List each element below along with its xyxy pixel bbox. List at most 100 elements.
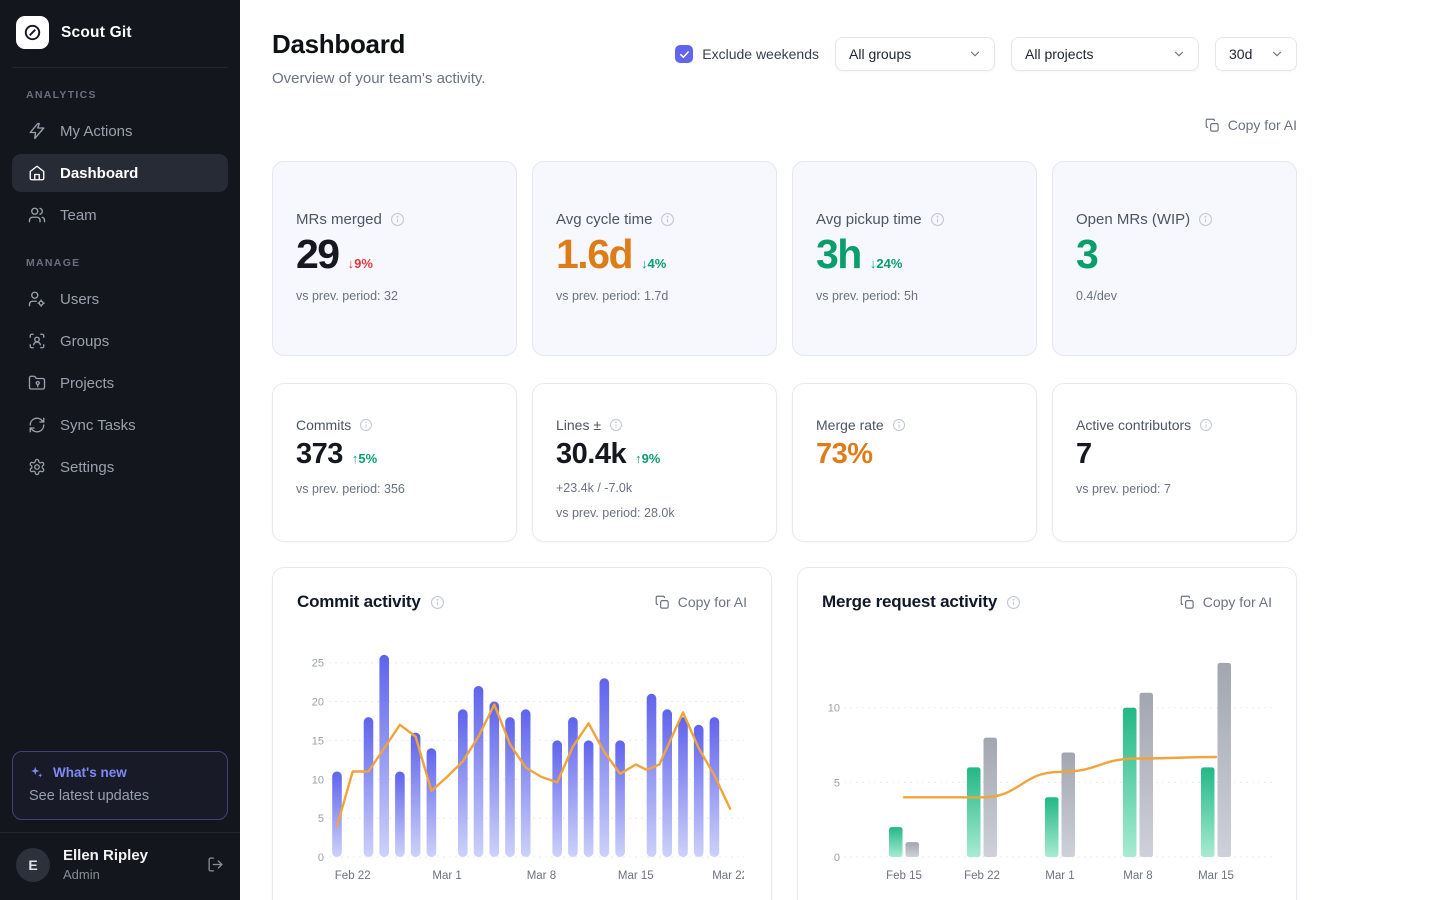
kpi-delta: ↓24% [870, 256, 903, 271]
group-scan-icon [28, 332, 46, 350]
sidebar-item-my-actions[interactable]: My Actions [12, 112, 228, 150]
kpi-value: 373 [296, 438, 343, 471]
sync-icon [28, 416, 46, 434]
svg-text:0: 0 [834, 852, 840, 864]
chevron-down-icon [1172, 47, 1186, 61]
sidebar-item-label: Settings [60, 459, 114, 476]
svg-text:Feb 22: Feb 22 [964, 870, 1000, 882]
info-icon[interactable] [930, 212, 945, 227]
svg-text:5: 5 [834, 777, 840, 789]
svg-text:5: 5 [318, 813, 324, 825]
kpi-value: 30.4k [556, 438, 626, 471]
avatar: E [16, 848, 50, 882]
kpi-label: Avg pickup time [816, 211, 922, 228]
sidebar-item-label: Users [60, 291, 99, 308]
copy-for-ai-label: Copy for AI [678, 594, 747, 610]
kpi-label: Commits [296, 417, 351, 433]
svg-text:20: 20 [312, 697, 324, 709]
projects-filter-select[interactable]: All projects [1011, 37, 1199, 71]
info-icon[interactable] [1198, 212, 1213, 227]
logout-button[interactable] [207, 856, 224, 873]
kpi-label: Lines ± [556, 417, 601, 433]
info-icon[interactable] [660, 212, 675, 227]
copy-icon [655, 595, 670, 610]
merge-request-activity-card: Merge request activity Copy for AI 0510F… [797, 567, 1297, 900]
chart-title: Merge request activity [822, 592, 997, 612]
kpi-delta: ↓9% [348, 256, 373, 271]
sidebar-item-team[interactable]: Team [12, 196, 228, 234]
info-icon[interactable] [390, 212, 405, 227]
kpi-card-active-contributors: Active contributors 7 vs prev. period: 7 [1052, 383, 1297, 542]
user-gear-icon [28, 290, 46, 308]
svg-text:Mar 1: Mar 1 [1045, 870, 1074, 882]
page-subtitle: Overview of your team's activity. [272, 70, 485, 87]
home-icon [28, 164, 46, 182]
svg-text:Mar 8: Mar 8 [527, 870, 556, 882]
kpi-label: Avg cycle time [556, 211, 652, 228]
exclude-weekends-checkbox[interactable]: Exclude weekends [675, 45, 819, 63]
section-label-analytics: ANALYTICS [0, 68, 240, 110]
info-icon[interactable] [609, 418, 623, 432]
sidebar-item-label: Dashboard [60, 165, 138, 182]
whats-new-card[interactable]: What's new See latest updates [12, 751, 228, 820]
svg-text:Mar 15: Mar 15 [1198, 870, 1234, 882]
main-area: Dashboard Overview of your team's activi… [240, 0, 1440, 900]
chevron-down-icon [968, 47, 982, 61]
user-name: Ellen Ripley [63, 847, 148, 864]
svg-text:Mar 22: Mar 22 [712, 870, 744, 882]
sidebar-item-label: Sync Tasks [60, 417, 136, 434]
kpi-subtext: vs prev. period: 32 [296, 289, 493, 303]
svg-text:Feb 15: Feb 15 [886, 870, 922, 882]
copy-for-ai-button[interactable]: Copy for AI [655, 594, 747, 610]
kpi-value: 7 [1076, 438, 1092, 471]
kpi-card-merge-rate: Merge rate 73% [792, 383, 1037, 542]
user-row: E Ellen Ripley Admin [0, 832, 240, 900]
sidebar-item-label: Groups [60, 333, 109, 350]
scout-git-logo-icon [16, 16, 49, 49]
sidebar-item-projects[interactable]: Projects [12, 364, 228, 402]
sidebar-item-users[interactable]: Users [12, 280, 228, 318]
kpi-row-2: Commits 373 ↑5% vs prev. period: 356 Line… [272, 383, 1297, 542]
info-icon[interactable] [359, 418, 373, 432]
commit-activity-chart: 0510152025Feb 22Mar 1Mar 8Mar 15Mar 22 [297, 645, 747, 896]
info-icon[interactable] [892, 418, 906, 432]
info-icon[interactable] [1006, 595, 1021, 610]
whats-new-subtitle: See latest updates [29, 788, 211, 804]
sidebar-item-settings[interactable]: Settings [12, 448, 228, 486]
copy-icon [1180, 595, 1195, 610]
kpi-label: MRs merged [296, 211, 382, 228]
sidebar-item-label: Projects [60, 375, 114, 392]
sidebar: Scout Git ANALYTICS My Actions Dashboard… [0, 0, 240, 900]
sidebar-item-label: Team [60, 207, 97, 224]
kpi-value: 73% [816, 438, 873, 471]
chevron-down-icon [1270, 47, 1284, 61]
sidebar-item-sync-tasks[interactable]: Sync Tasks [12, 406, 228, 444]
svg-text:25: 25 [312, 658, 324, 670]
kpi-card-lines-changed: Lines ± 30.4k↑9% +23.4k / -7.0k vs prev.… [532, 383, 777, 542]
kpi-value: 3 [1076, 231, 1097, 278]
svg-text:Feb 22: Feb 22 [335, 870, 371, 882]
sidebar-item-label: My Actions [60, 123, 133, 140]
svg-text:Mar 8: Mar 8 [1123, 870, 1152, 882]
info-icon[interactable] [430, 595, 445, 610]
kpi-delta: ↑5% [352, 451, 377, 466]
exclude-weekends-label: Exclude weekends [702, 46, 819, 62]
users-icon [28, 206, 46, 224]
kpi-subtext: vs prev. period: 28.0k [556, 506, 753, 520]
brand-name: Scout Git [61, 24, 132, 42]
zap-icon [28, 122, 46, 140]
copy-for-ai-button[interactable]: Copy for AI [1180, 594, 1272, 610]
kpi-subtext: vs prev. period: 356 [296, 482, 493, 496]
section-label-manage: MANAGE [0, 236, 240, 278]
date-range-select[interactable]: 30d [1215, 37, 1297, 71]
date-range-value: 30d [1229, 46, 1252, 62]
copy-for-ai-button[interactable]: Copy for AI [1205, 117, 1297, 133]
svg-text:15: 15 [312, 735, 324, 747]
brand: Scout Git [0, 0, 240, 67]
copy-icon [1205, 118, 1220, 133]
info-icon[interactable] [1199, 418, 1213, 432]
kpi-subtext-2: +23.4k / -7.0k [556, 481, 753, 495]
sidebar-item-dashboard[interactable]: Dashboard [12, 154, 228, 192]
groups-filter-select[interactable]: All groups [835, 37, 995, 71]
sidebar-item-groups[interactable]: Groups [12, 322, 228, 360]
